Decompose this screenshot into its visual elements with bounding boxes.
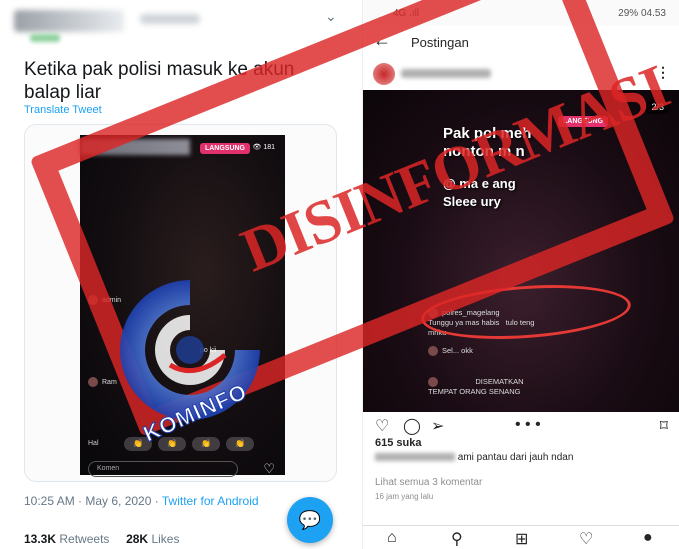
post-image[interactable]: 2/3 LANGSUNG Pak pol meh nonton m n @ ma… bbox=[363, 90, 679, 412]
retweet-count: 13.3K bbox=[24, 532, 57, 546]
page-title: Postingan bbox=[411, 35, 469, 50]
reply-icon: 💬 bbox=[298, 510, 322, 530]
bottom-nav: ⌂ ⚲ ⊞ ♡ ● bbox=[363, 525, 679, 549]
like-count: 28K bbox=[126, 532, 149, 546]
retweet-label[interactable]: Retweets bbox=[59, 532, 109, 546]
profile-icon[interactable]: ● bbox=[643, 529, 653, 547]
home-icon[interactable]: ⌂ bbox=[387, 529, 397, 547]
tweet-source-link[interactable]: Twitter for Android bbox=[162, 494, 259, 508]
image-caption: Pak pol meh nonton m n @ ma e ang Sleee … bbox=[443, 125, 532, 209]
blurred-username[interactable] bbox=[401, 69, 491, 78]
tweet-time: 10:25 AM · May 6, 2020 · bbox=[24, 494, 162, 508]
more-options-icon[interactable]: ⋮ bbox=[656, 64, 670, 81]
slide-counter: 2/3 bbox=[645, 100, 670, 114]
chevron-down-icon[interactable]: ⌄ bbox=[325, 8, 337, 25]
reaction-icon[interactable]: 👏 bbox=[192, 437, 220, 451]
add-post-icon[interactable]: ⊞ bbox=[515, 529, 528, 549]
tweet-stats: 13.3K Retweets 28K Likes bbox=[24, 532, 179, 546]
post-caption: ami pantau dari jauh ndan bbox=[375, 452, 573, 463]
post-actions: ♡ ◯ ➢ • • • ⌑ bbox=[363, 414, 679, 436]
search-icon[interactable]: ⚲ bbox=[451, 529, 463, 549]
blurred-badge bbox=[30, 34, 60, 42]
reply-fab-button[interactable]: 💬 bbox=[287, 497, 333, 543]
back-arrow-icon[interactable]: ← bbox=[373, 30, 391, 51]
like-label[interactable]: Likes bbox=[151, 532, 179, 546]
post-time: 16 jam yang lalu bbox=[375, 492, 434, 501]
status-bar: 4G .ıll 29% 04.53 bbox=[363, 0, 679, 26]
live-comment: po kii bbox=[200, 347, 217, 354]
view-all-comments-link[interactable]: Lihat semua 3 komentar bbox=[375, 477, 482, 488]
live-badge: LANGSUNG bbox=[199, 143, 250, 154]
reaction-row[interactable]: 👏 👏 👏 👏 bbox=[124, 437, 254, 451]
bookmark-icon[interactable]: ⌑ bbox=[660, 416, 668, 436]
tweet-meta: 10:25 AM · May 6, 2020 · Twitter for And… bbox=[24, 494, 259, 508]
highlight-circle bbox=[419, 278, 633, 346]
live-badge: LANGSUNG bbox=[558, 116, 609, 127]
live-comment: Ram bbox=[88, 377, 117, 387]
activity-heart-icon[interactable]: ♡ bbox=[579, 529, 593, 549]
translate-tweet-link[interactable]: Translate Tweet bbox=[24, 104, 102, 116]
post-header: ⋮ bbox=[363, 60, 679, 90]
live-comment: admin bbox=[88, 295, 121, 305]
reaction-icon[interactable]: 👏 bbox=[226, 437, 254, 451]
blurred-handle bbox=[140, 14, 200, 24]
signal-indicator: 4G .ıll bbox=[393, 8, 420, 19]
live-comment: Hal bbox=[88, 440, 99, 447]
carousel-dots: • • • bbox=[515, 416, 541, 433]
blurred-live-user bbox=[80, 139, 190, 155]
tweet-panel: ⌄ Ketika pak polisi masuk ke akun balap … bbox=[0, 0, 362, 549]
blurred-display-name bbox=[14, 10, 124, 32]
heart-icon[interactable]: ♡ bbox=[263, 461, 275, 477]
share-icon[interactable]: ➢ bbox=[431, 416, 444, 436]
tweet-text: Ketika pak polisi masuk ke akun balap li… bbox=[24, 59, 295, 103]
live-video[interactable]: LANGSUNG 👁 181 admin po kii Ram Hal 👏 👏 … bbox=[80, 135, 285, 477]
heart-icon[interactable]: ♡ bbox=[375, 416, 389, 436]
comment-input[interactable]: Komen bbox=[88, 461, 238, 477]
avatar[interactable] bbox=[373, 63, 395, 85]
like-count[interactable]: 615 suka bbox=[375, 437, 421, 449]
battery-time: 29% 04.53 bbox=[618, 8, 666, 19]
instagram-panel: 4G .ıll 29% 04.53 ← Postingan ⋮ 2/3 LANG… bbox=[362, 0, 679, 549]
reaction-icon[interactable]: 👏 bbox=[124, 437, 152, 451]
comment-icon[interactable]: ◯ bbox=[403, 416, 421, 436]
viewer-count: 👁 181 bbox=[252, 144, 275, 151]
ig-header: ← Postingan bbox=[363, 28, 679, 58]
tweet-media[interactable]: LANGSUNG 👁 181 admin po kii Ram Hal 👏 👏 … bbox=[24, 124, 337, 482]
pinned-comment: DISEMATKAN TEMPAT ORANG SENANG bbox=[428, 377, 524, 397]
reaction-icon[interactable]: 👏 bbox=[158, 437, 186, 451]
